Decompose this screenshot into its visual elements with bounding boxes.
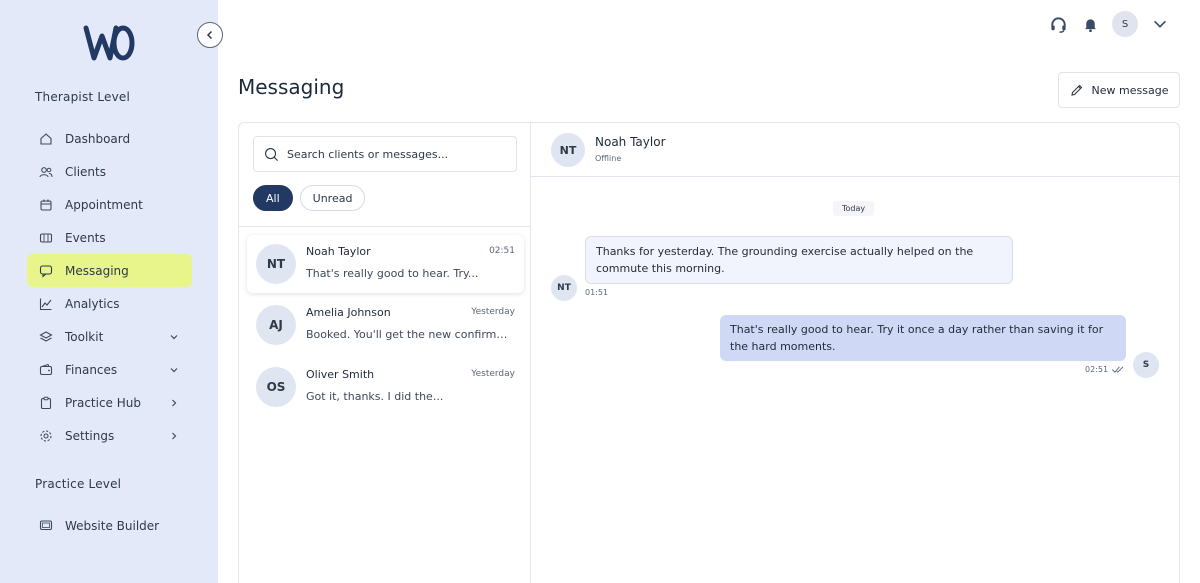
message-time: 01:51 xyxy=(585,288,608,297)
sidebar-item-practice-hub[interactable]: Practice Hub xyxy=(27,386,192,419)
chevron-right-icon[interactable] xyxy=(168,430,180,442)
conversation-preview: Booked. You'll get the new confirmation … xyxy=(306,328,514,341)
conversation-time: 02:51 xyxy=(489,246,515,256)
messaging-panel: All Unread NT Noah Taylor 02:51 That's r… xyxy=(238,122,1180,583)
sidebar-item-label: Toolkit xyxy=(65,329,104,344)
chat-icon xyxy=(39,264,53,278)
conversation-preview: That's really good to hear. Try... xyxy=(306,267,479,280)
new-message-button[interactable]: New message xyxy=(1058,72,1180,108)
collapse-sidebar-button[interactable] xyxy=(197,22,223,48)
chat-contact-name[interactable]: Noah Taylor xyxy=(595,135,666,149)
conversation-preview: Got it, thanks. I did the... xyxy=(306,390,444,403)
sidebar-item-messaging[interactable]: Messaging xyxy=(27,254,192,287)
user-avatar[interactable]: S xyxy=(1112,11,1138,37)
home-icon xyxy=(39,132,53,146)
layers-icon xyxy=(39,330,53,344)
sidebar-item-website-builder[interactable]: Website Builder xyxy=(27,509,192,542)
new-message-label: New message xyxy=(1091,83,1169,97)
message-time-text: 02:51 xyxy=(1085,365,1109,374)
conversation-time: Yesterday xyxy=(471,307,515,317)
filter-chips: All Unread xyxy=(253,185,366,211)
sidebar-item-events[interactable]: Events xyxy=(27,221,192,254)
calendar-icon xyxy=(39,198,53,212)
wallet-icon xyxy=(39,363,53,377)
chat-column: NT Noah Taylor Offline Today Thanks for … xyxy=(531,123,1179,583)
double-check-icon xyxy=(1111,366,1124,373)
ticket-icon xyxy=(39,231,53,245)
search-icon xyxy=(265,147,278,161)
sidebar-item-dashboard[interactable]: Dashboard xyxy=(27,122,192,155)
bell-icon[interactable] xyxy=(1080,14,1100,34)
chevron-right-icon[interactable] xyxy=(168,397,180,409)
chevron-down-icon[interactable] xyxy=(168,364,180,376)
users-icon xyxy=(39,165,53,179)
filter-unread[interactable]: Unread xyxy=(299,185,366,211)
sidebar: Therapist Level Dashboard Clients Appoin… xyxy=(0,0,218,583)
sidebar-item-settings[interactable]: Settings xyxy=(27,419,192,452)
avatar: OS xyxy=(256,367,296,407)
conversation-item-noah-taylor[interactable]: NT Noah Taylor 02:51 That's really good … xyxy=(247,235,524,293)
sidebar-item-label: Website Builder xyxy=(65,518,160,533)
conversation-list-column: All Unread NT Noah Taylor 02:51 That's r… xyxy=(239,123,531,583)
conversation-name: Amelia Johnson xyxy=(306,306,391,319)
search-box[interactable] xyxy=(253,136,517,172)
logo-icon[interactable] xyxy=(82,24,136,62)
sidebar-item-label: Events xyxy=(65,230,106,245)
page-title: Messaging xyxy=(238,75,345,99)
headset-icon[interactable] xyxy=(1048,14,1068,34)
sidebar-item-appointment[interactable]: Appointment xyxy=(27,188,192,221)
sidebar-item-finances[interactable]: Finances xyxy=(27,353,192,386)
conversation-name: Oliver Smith xyxy=(306,368,375,381)
chevron-down-icon[interactable] xyxy=(1150,14,1170,34)
sidebar-item-analytics[interactable]: Analytics xyxy=(27,287,192,320)
conversation-time: Yesterday xyxy=(471,369,515,379)
monitor-icon xyxy=(39,519,53,533)
avatar: NT xyxy=(256,244,296,284)
avatar: NT xyxy=(551,275,577,301)
chevron-down-icon[interactable] xyxy=(168,331,180,343)
filter-all[interactable]: All xyxy=(253,185,293,211)
sidebar-item-label: Finances xyxy=(65,362,118,377)
sidebar-item-label: Settings xyxy=(65,428,115,443)
clipboard-icon xyxy=(39,396,53,410)
topbar: S xyxy=(1048,11,1170,37)
chat-header: NT Noah Taylor Offline xyxy=(531,123,1179,177)
sidebar-nav: Dashboard Clients Appointment Events Mes… xyxy=(27,122,192,452)
message-time: 02:51 xyxy=(1085,365,1126,374)
sidebar-item-clients[interactable]: Clients xyxy=(27,155,192,188)
chat-contact-status: Offline xyxy=(595,154,622,163)
chevron-left-icon xyxy=(206,30,213,40)
conversation-item-amelia-johnson[interactable]: AJ Amelia Johnson Yesterday Booked. You'… xyxy=(247,296,524,354)
avatar[interactable]: NT xyxy=(551,133,585,167)
search-input[interactable] xyxy=(287,147,507,161)
therapist-level-label: Therapist Level xyxy=(35,90,131,104)
sidebar-item-label: Messaging xyxy=(65,263,129,278)
message-bubble-outgoing: That's really good to hear. Try it once … xyxy=(720,315,1126,361)
avatar: S xyxy=(1133,352,1159,378)
conversation-name: Noah Taylor xyxy=(306,245,371,258)
avatar: AJ xyxy=(256,305,296,345)
day-separator: Today xyxy=(833,201,875,216)
pencil-icon xyxy=(1070,84,1082,96)
practice-nav: Website Builder xyxy=(27,509,192,542)
sidebar-item-toolkit[interactable]: Toolkit xyxy=(27,320,192,353)
sidebar-item-label: Appointment xyxy=(65,197,143,212)
sidebar-item-label: Dashboard xyxy=(65,131,131,146)
message-bubble-incoming: Thanks for yesterday. The grounding exer… xyxy=(585,236,1013,284)
sidebar-item-label: Analytics xyxy=(65,296,120,311)
sidebar-item-label: Clients xyxy=(65,164,106,179)
chart-icon xyxy=(39,297,53,311)
practice-level-label: Practice Level xyxy=(35,477,122,491)
message-time-text: 01:51 xyxy=(585,288,609,297)
conversation-item-oliver-smith[interactable]: OS Oliver Smith Yesterday Got it, thanks… xyxy=(247,358,524,416)
sidebar-item-label: Practice Hub xyxy=(65,395,141,410)
list-divider xyxy=(239,226,531,227)
gear-icon xyxy=(39,429,53,443)
